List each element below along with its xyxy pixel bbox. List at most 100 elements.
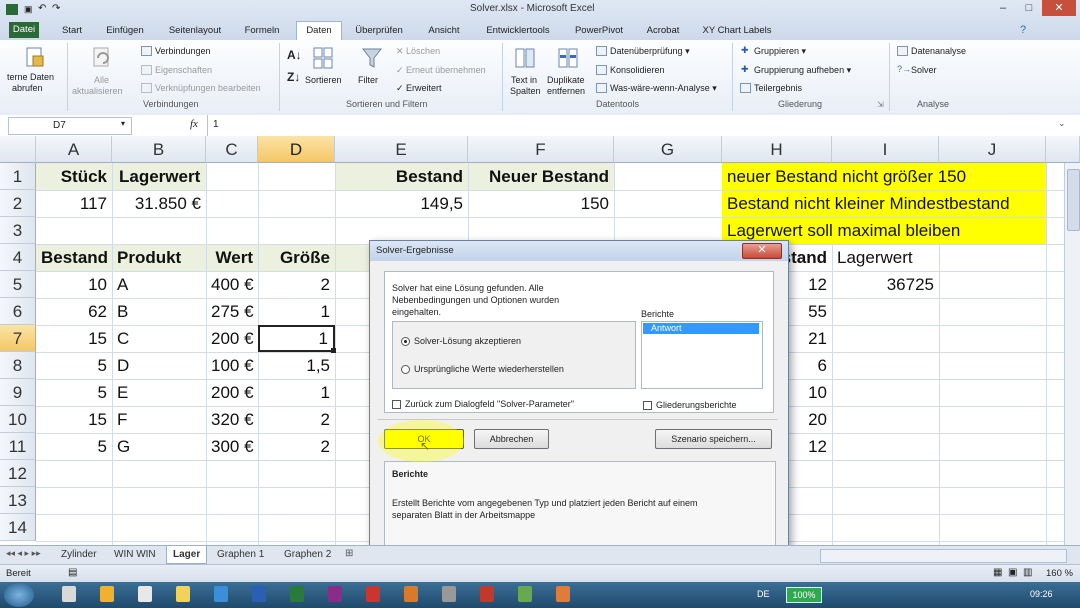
ext-data-label-2[interactable]: abrufen [12, 83, 43, 93]
battery-indicator[interactable]: 100% [786, 587, 822, 603]
zoom-level[interactable]: 160 % [1046, 568, 1073, 579]
row-header-5[interactable]: 5 [0, 271, 36, 298]
row-header-7[interactable]: 7 [0, 325, 36, 352]
cell-b9[interactable]: E [112, 379, 206, 406]
column-header-c[interactable]: C [206, 136, 258, 163]
cell-a10[interactable]: 15 [36, 406, 112, 433]
column-header-f[interactable]: F [468, 136, 614, 163]
refresh-all-label-2[interactable]: aktualisieren [72, 86, 123, 96]
tab-insert[interactable]: Einfügen [103, 22, 147, 39]
column-header-i[interactable]: I [832, 136, 939, 163]
cell-b10[interactable]: F [112, 406, 206, 433]
minimize-button[interactable]: – [990, 0, 1016, 16]
report-item-answer[interactable]: Antwort [643, 323, 759, 334]
cell-c6[interactable]: 275 € [206, 298, 258, 325]
advanced-filter-button[interactable]: ✓ Erweitert [396, 83, 442, 94]
tab-file[interactable]: Datei [9, 22, 39, 38]
tab-acrobat[interactable]: Acrobat [643, 22, 683, 39]
firefox-icon[interactable] [138, 586, 152, 602]
cell-h1[interactable]: neuer Bestand nicht größer 150 [722, 163, 1046, 190]
sort-button[interactable]: Sortieren [305, 75, 342, 85]
row-header-11[interactable]: 11 [0, 433, 36, 460]
row-header-4[interactable]: 4 [0, 244, 36, 271]
tab-page-layout[interactable]: Seitenlayout [166, 22, 224, 39]
outline-reports-label[interactable]: Gliederungsberichte [656, 400, 737, 410]
cell-d5[interactable]: 2 [258, 271, 335, 298]
close-window-button[interactable]: ✕ [1042, 0, 1076, 16]
explorer-icon[interactable] [62, 586, 76, 602]
reports-listbox[interactable]: Antwort [641, 321, 763, 389]
reapply-button[interactable]: ✓ Erneut übernehmen [396, 65, 486, 76]
clear-filter-button[interactable]: ✕ Löschen [396, 46, 440, 57]
vertical-scrollbar[interactable] [1064, 163, 1080, 545]
row-header-9[interactable]: 9 [0, 379, 36, 406]
column-header-d[interactable]: D [258, 136, 335, 163]
cell-c10[interactable]: 320 € [206, 406, 258, 433]
cell-b1[interactable]: Lagerwert [114, 163, 206, 190]
cell-c7[interactable]: 200 € [206, 325, 258, 352]
cell-e2[interactable]: 149,5 [335, 190, 468, 217]
macro-record-icon[interactable]: ▤ [68, 567, 77, 578]
redo-icon[interactable]: ↷ [52, 3, 60, 14]
cell-d4[interactable]: Größe [258, 244, 335, 271]
filter-button[interactable]: Filter [358, 75, 378, 85]
cell-b8[interactable]: D [112, 352, 206, 379]
cell-b11[interactable]: G [112, 433, 206, 460]
ext-data-label[interactable]: terne Daten [7, 72, 54, 82]
data-validation-button[interactable]: Datenüberprüfung ▾ [610, 46, 690, 57]
tab-powerpivot[interactable]: PowerPivot [572, 22, 626, 39]
tab-developer[interactable]: Entwicklertools [482, 22, 554, 39]
column-header-h[interactable]: H [722, 136, 832, 163]
consolidate-button[interactable]: Konsolidieren [610, 65, 665, 75]
group-button[interactable]: Gruppieren ▾ [754, 46, 806, 57]
normal-view-icon[interactable]: ▦ [993, 567, 1002, 578]
acrobat-icon[interactable] [366, 586, 380, 602]
cell-a2[interactable]: 117 [36, 190, 112, 217]
word-icon[interactable] [252, 586, 266, 602]
row-header-10[interactable]: 10 [0, 406, 36, 433]
cell-a8[interactable]: 5 [36, 352, 112, 379]
sort-az-icon[interactable]: A↓ [287, 48, 302, 62]
row-header-14[interactable]: 14 [0, 514, 36, 541]
sheet-tab-win-win[interactable]: WIN WIN [108, 546, 162, 563]
sheet-tab-zylinder[interactable]: Zylinder [55, 546, 103, 563]
row-header-3[interactable]: 3 [0, 217, 36, 244]
row-header-12[interactable]: 12 [0, 460, 36, 487]
what-if-button[interactable]: Was-wäre-wenn-Analyse ▾ [610, 83, 717, 94]
cell-a6[interactable]: 62 [36, 298, 112, 325]
radio-keep-label[interactable]: Solver-Lösung akzeptieren [414, 336, 521, 346]
sort-za-icon[interactable]: Z↓ [287, 70, 300, 84]
cell-b5[interactable]: A [112, 271, 206, 298]
cell-b7[interactable]: C [112, 325, 206, 352]
radio-restore-values[interactable] [401, 365, 410, 374]
cell-c5[interactable]: 400 € [206, 271, 258, 298]
language-indicator[interactable]: DE [757, 589, 770, 599]
cell-e1[interactable]: Bestand [335, 163, 468, 190]
ie-icon[interactable] [214, 586, 228, 602]
sheet-tab-graphen-1[interactable]: Graphen 1 [211, 546, 270, 563]
cell-b4[interactable]: Produkt [112, 244, 206, 271]
subtotal-button[interactable]: Teilergebnis [754, 83, 802, 93]
page-layout-view-icon[interactable]: ▣ [1008, 567, 1017, 578]
camtasia-icon[interactable] [556, 586, 570, 602]
excel-icon[interactable] [290, 586, 304, 602]
insert-function-icon[interactable]: fx [190, 118, 198, 130]
powerpoint-icon[interactable] [404, 586, 418, 602]
cell-d11[interactable]: 2 [258, 433, 335, 460]
remove-duplicates-label[interactable]: Duplikate [547, 75, 585, 85]
cell-a11[interactable]: 5 [36, 433, 112, 460]
media-player-icon[interactable] [176, 586, 190, 602]
tool-icon[interactable] [480, 586, 494, 602]
outlook-icon[interactable] [100, 586, 114, 602]
dialog-close-button[interactable]: ✕ [742, 243, 782, 259]
outline-reports-checkbox[interactable] [643, 401, 652, 410]
row-header-8[interactable]: 8 [0, 352, 36, 379]
expand-formula-icon[interactable]: ⌄ [1058, 118, 1066, 129]
onenote-icon[interactable] [328, 586, 342, 602]
row-header-2[interactable]: 2 [0, 190, 36, 217]
camera-icon[interactable] [442, 586, 456, 602]
sheet-tab-lager[interactable]: Lager [166, 546, 208, 564]
row-header-6[interactable]: 6 [0, 298, 36, 325]
tab-xy-chart-labels[interactable]: XY Chart Labels [702, 22, 772, 39]
row-header-13[interactable]: 13 [0, 487, 36, 514]
